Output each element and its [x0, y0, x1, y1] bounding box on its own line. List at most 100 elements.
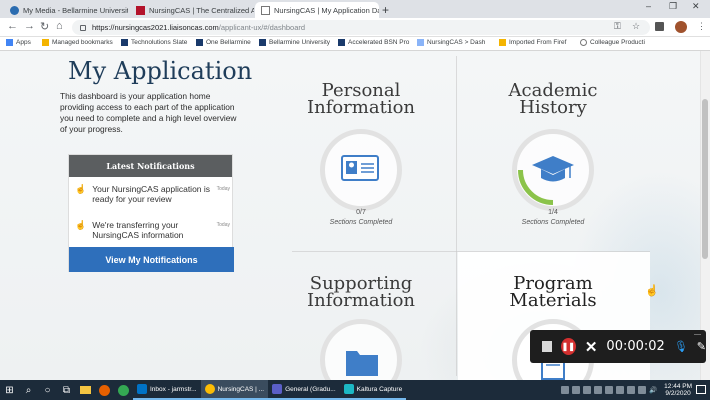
bookmark-imported[interactable]: Imported From Firef	[499, 39, 566, 46]
tab-nursingcas-centralized[interactable]: NursingCAS | The Centralized Ap ×	[130, 2, 254, 18]
close-window-icon[interactable]: ✕	[692, 1, 700, 12]
bookmark-nursingcas-dash[interactable]: NursingCAS > Dash	[417, 39, 485, 46]
new-tab-icon[interactable]: +	[382, 3, 389, 17]
tab-title: NursingCAS | My Application Da	[274, 5, 379, 15]
tray-icon[interactable]	[616, 386, 625, 394]
card-divider	[456, 56, 457, 376]
chrome-icon	[204, 384, 215, 394]
hand-pointer-icon: ☝	[75, 220, 87, 230]
firefox-icon[interactable]	[95, 380, 114, 400]
bookmark-slate[interactable]: Technolutions Slate	[121, 39, 187, 46]
taskbar-app-outlook[interactable]: Inbox - jarmstr...	[133, 380, 201, 400]
id-card-icon	[341, 155, 379, 181]
bookmark-apps[interactable]: Apps	[6, 39, 31, 46]
stop-icon[interactable]	[542, 341, 552, 352]
action-center-icon[interactable]	[696, 385, 706, 394]
url-host: https://nursingcas2021.liaisoncas.com	[92, 23, 219, 32]
tray-icon[interactable]	[572, 386, 581, 394]
graduation-cap-icon	[532, 156, 574, 182]
bookmark-accelerated-bsn[interactable]: Accelerated BSN Pro	[338, 39, 409, 46]
sections-count: 1/4	[548, 209, 558, 216]
folder-icon	[346, 351, 378, 376]
tray-icon[interactable]	[561, 386, 570, 394]
teams-icon	[272, 384, 283, 394]
cortana-icon[interactable]: ○	[38, 380, 57, 400]
url-input[interactable]: https://nursingcas2021.liaisoncas.com/ap…	[72, 20, 650, 35]
page-title: My Application	[68, 57, 253, 85]
card-personal-information-title[interactable]: Personal Information	[296, 82, 426, 117]
nursingcas-favicon-icon	[136, 5, 145, 15]
mouse-cursor-icon: ☝	[645, 285, 659, 297]
menu-icon[interactable]: ⋮	[697, 21, 706, 32]
file-explorer-icon[interactable]	[76, 380, 95, 400]
lock-icon	[80, 24, 86, 31]
sections-count: 0/7	[356, 209, 366, 216]
maximize-icon[interactable]: ❐	[669, 1, 677, 12]
tray-icon[interactable]	[605, 386, 614, 394]
card-academic-history-title[interactable]: Academic History	[488, 82, 618, 117]
reload-icon[interactable]: ↻	[40, 20, 49, 33]
chrome-icon[interactable]	[114, 380, 133, 400]
kaltura-favicon-icon	[10, 5, 19, 15]
tab-my-media[interactable]: My Media - Bellarmine Universit ×	[4, 2, 128, 18]
bookmark-colleague[interactable]: Colleague Producti	[580, 39, 645, 46]
globe-icon	[580, 39, 587, 46]
notifications-heading: Latest Notifications	[69, 155, 232, 177]
avatar[interactable]	[675, 21, 687, 33]
bookmark-managed[interactable]: Managed bookmarks	[42, 39, 113, 46]
tray-icon[interactable]	[638, 386, 647, 394]
notification-item[interactable]: ☝ Your NursingCAS application is ready f…	[75, 184, 230, 204]
microphone-icon[interactable]: 🎙	[674, 340, 688, 353]
intro-text: This dashboard is your application home …	[60, 91, 237, 134]
tray-icon[interactable]	[627, 386, 636, 394]
bookmarks-bar: Apps Managed bookmarks Technolutions Sla…	[0, 37, 710, 51]
forward-icon[interactable]: →	[24, 20, 35, 32]
key-icon[interactable]: ⚿	[614, 21, 621, 32]
tray-icon[interactable]	[594, 386, 603, 394]
browser-tab-strip: My Media - Bellarmine Universit × Nursin…	[0, 0, 710, 18]
tab-title: NursingCAS | The Centralized Ap	[149, 5, 254, 15]
volume-icon[interactable]: 🔊	[649, 386, 657, 394]
sections-completed-label: Sections Completed	[329, 219, 393, 226]
bookmark-one-bellarmine[interactable]: One Bellarmine	[196, 39, 251, 46]
system-clock[interactable]: 12:44 PM 9/2/2020	[664, 383, 692, 398]
back-icon[interactable]: ←	[7, 20, 18, 32]
kaltura-recorder-widget: ❚❚ ✕ 00:00:02 🎙 ✎ —	[530, 330, 706, 363]
task-view-icon[interactable]: ⧉	[57, 380, 76, 400]
card-supporting-information-title[interactable]: Supporting Information	[296, 275, 426, 310]
address-bar-row: ← → ↻ ⌂ https://nursingcas2021.liaisonca…	[0, 18, 710, 37]
system-tray: 🔊 12:44 PM 9/2/2020	[561, 380, 692, 400]
bellarmine-icon	[259, 39, 266, 46]
bookmark-bellarmine-university[interactable]: Bellarmine University	[259, 39, 330, 46]
sections-completed-label: Sections Completed	[521, 219, 585, 226]
search-icon[interactable]: ⌕	[19, 380, 38, 400]
notification-item[interactable]: ☝ We're transferring your NursingCAS inf…	[75, 220, 230, 240]
taskbar-app-kaltura[interactable]: Kaltura Capture	[339, 380, 407, 400]
windows-taskbar: ⊞ ⌕ ○ ⧉ Inbox - jarmstr... NursingCAS | …	[0, 380, 710, 400]
bellarmine-icon	[121, 39, 128, 46]
recording-timer: 00:00:02	[606, 339, 665, 354]
home-icon[interactable]: ⌂	[56, 20, 63, 32]
view-notifications-button[interactable]: View My Notifications	[69, 247, 234, 272]
tab-my-application[interactable]: NursingCAS | My Application Da ×	[255, 2, 379, 18]
taskbar-app-chrome[interactable]: NursingCAS | ...	[200, 380, 269, 400]
pause-button[interactable]: ❚❚	[560, 338, 576, 355]
outlook-icon	[137, 384, 147, 394]
scrollbar-thumb[interactable]	[702, 99, 708, 259]
tray-icon[interactable]	[583, 386, 592, 394]
folder-icon	[499, 39, 506, 46]
bellarmine-icon	[196, 39, 203, 46]
nursingcas-icon	[417, 39, 424, 46]
taskbar-app-teams[interactable]: General (Gradu...	[268, 380, 340, 400]
hand-pointer-icon: ☝	[75, 184, 87, 194]
card-program-materials-title[interactable]: Program Materials	[488, 275, 618, 310]
minimize-recorder-icon[interactable]: —	[694, 331, 701, 338]
page-favicon-icon	[261, 5, 270, 15]
minimize-icon[interactable]: –	[646, 1, 651, 11]
extension-icon[interactable]	[655, 22, 664, 31]
pen-icon[interactable]: ✎	[697, 340, 706, 353]
kaltura-icon	[343, 384, 354, 394]
star-icon[interactable]: ☆	[632, 21, 640, 32]
cancel-recording-icon[interactable]: ✕	[585, 338, 598, 356]
windows-start-icon[interactable]: ⊞	[0, 380, 19, 400]
